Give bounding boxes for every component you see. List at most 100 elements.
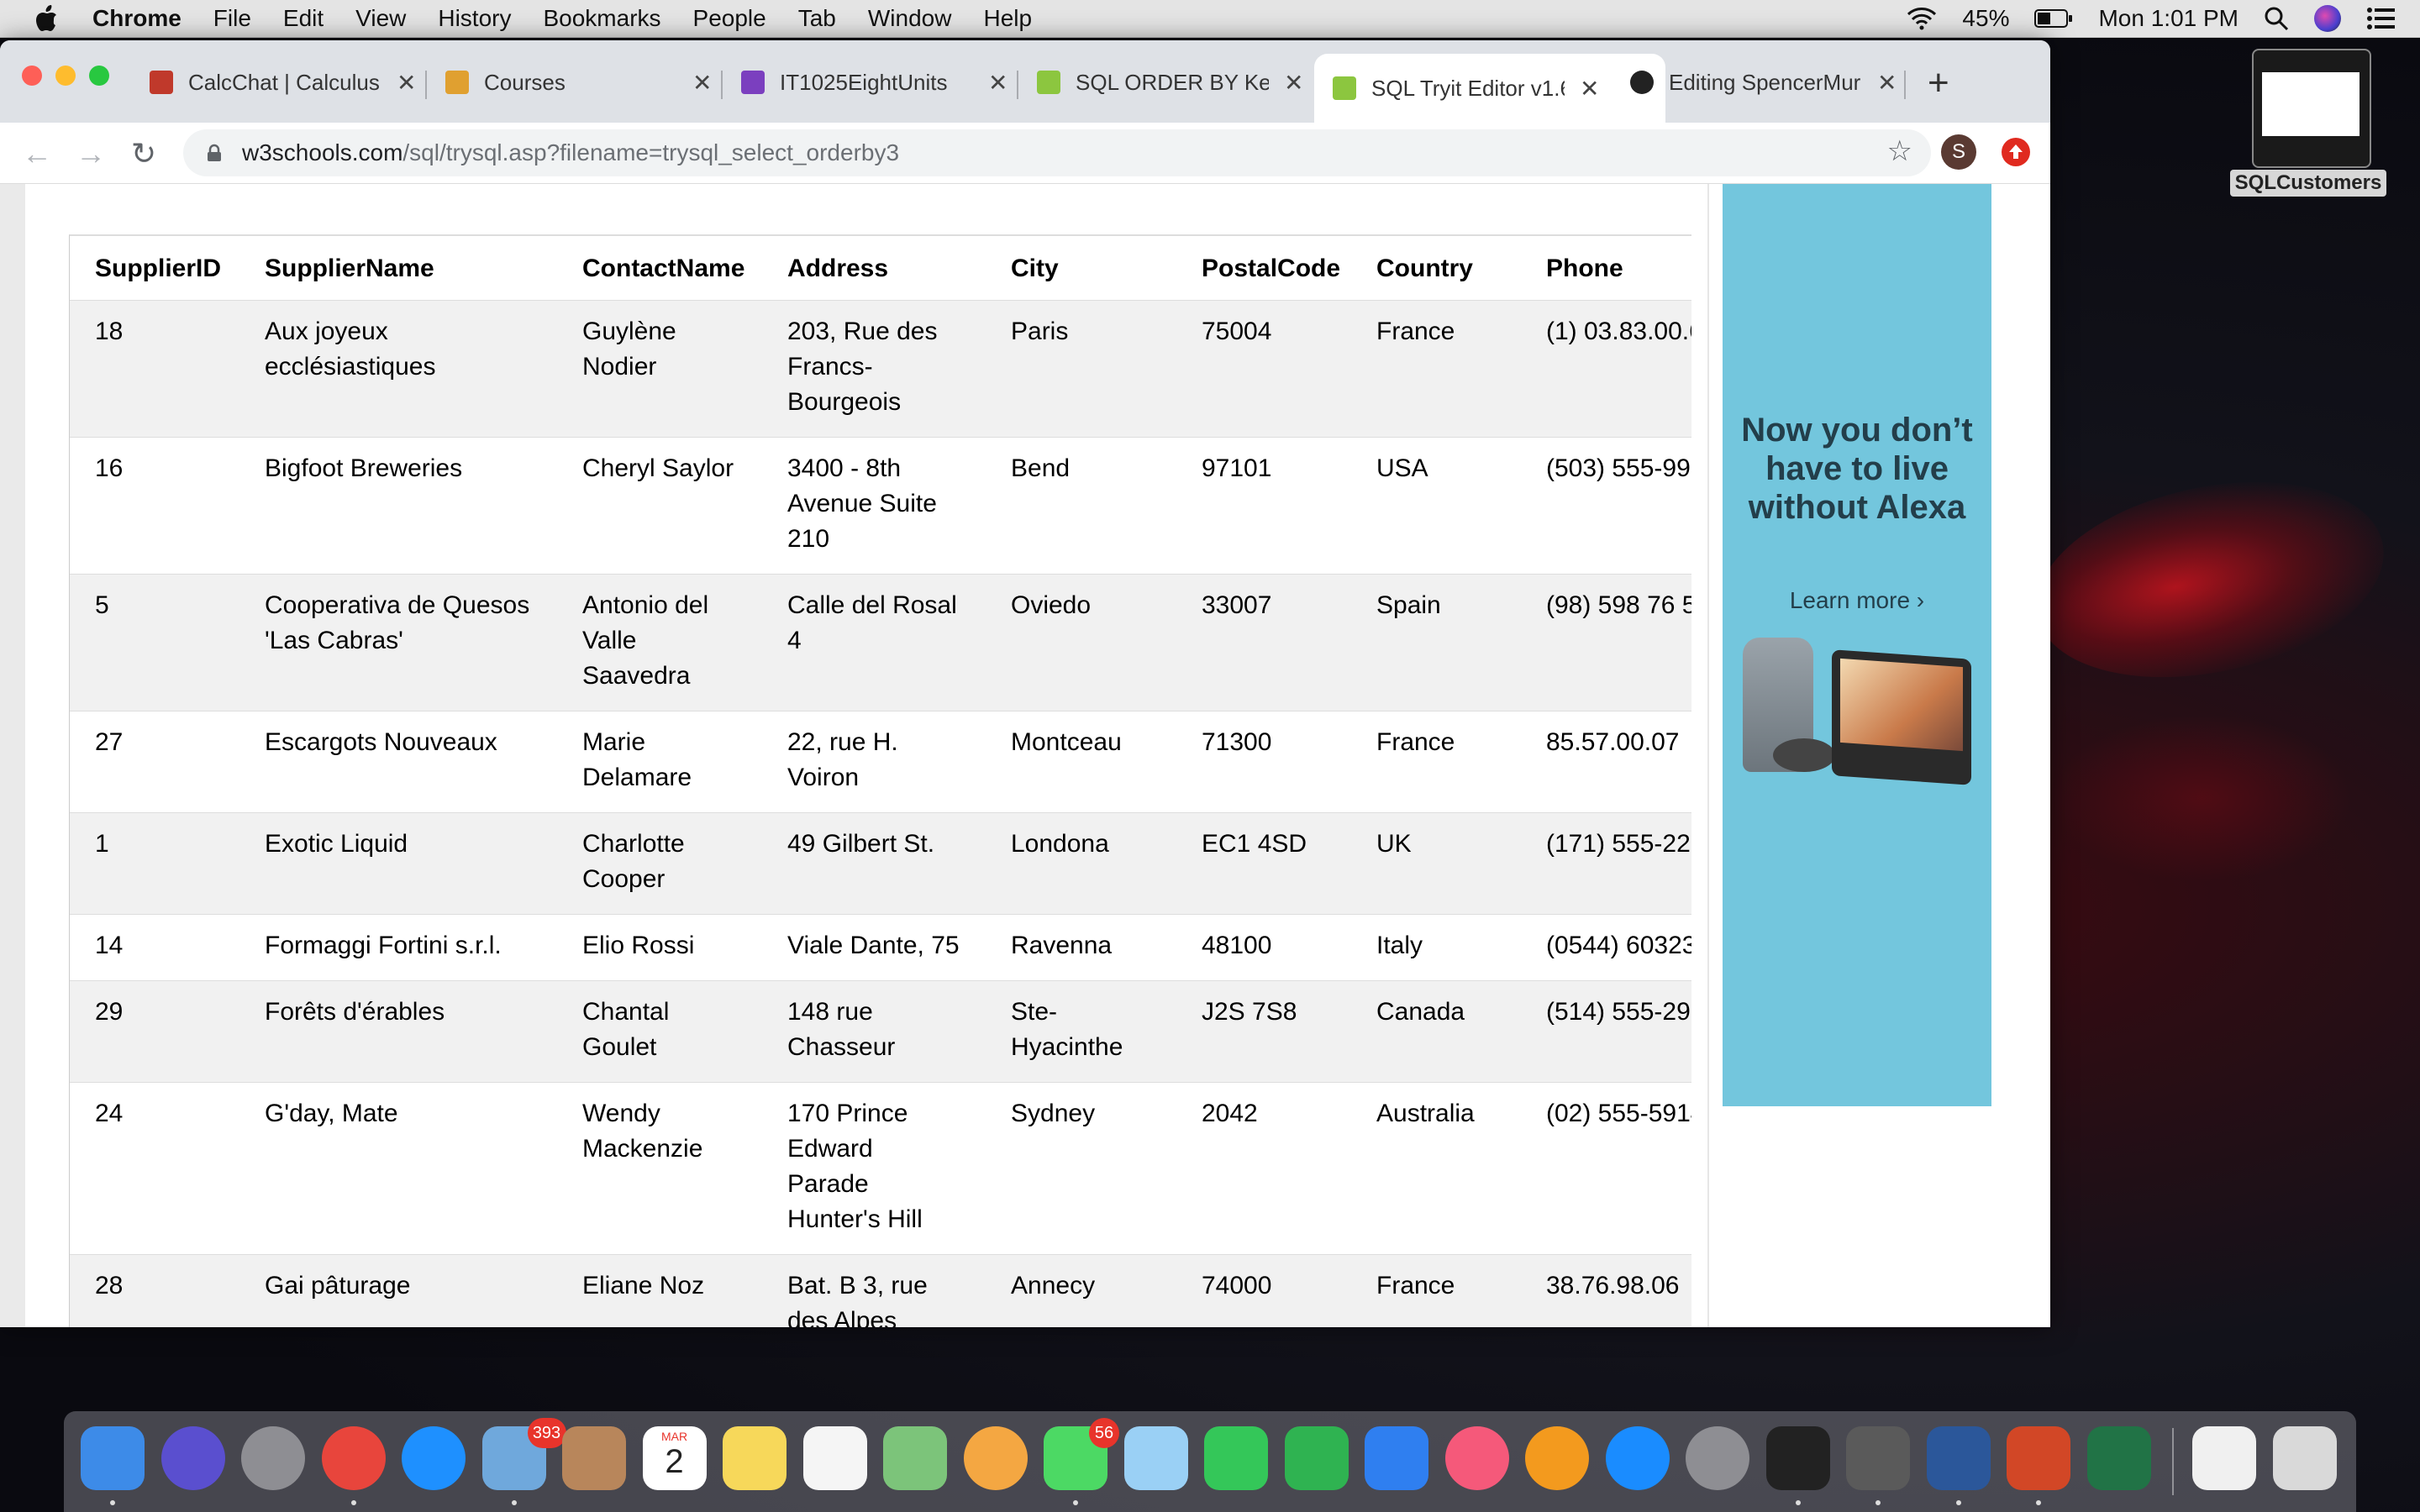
table-cell: 1 [70, 812, 239, 915]
url-host: w3schools.com [242, 139, 403, 165]
table-row: 24 G'day, Mate Wendy Mackenzie 170 Prince E… [70, 1082, 1691, 1255]
close-tab-icon[interactable]: ✕ [397, 69, 416, 97]
itunes-icon[interactable] [1444, 1426, 1509, 1490]
menubar-clock[interactable]: Mon 1:01 PM [2098, 5, 2238, 32]
bookmark-star-icon[interactable]: ☆ [1887, 134, 1912, 168]
tab-title: Editing SpencerMur [1669, 69, 1861, 95]
desktop-window-thumbnail[interactable] [2252, 49, 2371, 168]
trash-icon[interactable] [2272, 1426, 2337, 1490]
notes-icon[interactable] [723, 1426, 786, 1490]
running-indicator [1073, 1500, 1078, 1505]
address-bar[interactable]: w3schools.com/sql/trysql.asp?filename=tr… [183, 129, 1931, 176]
maps-icon[interactable] [883, 1426, 947, 1490]
battery-percent[interactable]: 45% [1962, 5, 2009, 32]
spotlight-search-icon[interactable] [2264, 6, 2289, 31]
battery-icon[interactable] [2034, 8, 2073, 29]
menu-help[interactable]: Help [983, 5, 1032, 32]
table-header-row: SupplierID SupplierName ContactName Address… [70, 236, 1691, 301]
menu-people[interactable]: People [693, 5, 766, 32]
ad-learn-more-link[interactable]: Learn more › [1723, 587, 1991, 614]
facetime-icon[interactable] [1204, 1426, 1268, 1490]
close-tab-icon[interactable]: ✕ [1580, 75, 1599, 102]
finder-icon[interactable] [81, 1426, 145, 1490]
books-icon[interactable] [1525, 1426, 1589, 1490]
photos-icon[interactable] [963, 1426, 1028, 1490]
close-window-button[interactable] [22, 66, 42, 86]
menu-history[interactable]: History [438, 5, 511, 32]
menu-bookmarks[interactable]: Bookmarks [543, 5, 660, 32]
menu-view[interactable]: View [355, 5, 406, 32]
minimize-window-button[interactable] [55, 66, 76, 86]
ad-headline: Now you don’t have to live without Alexa [1741, 412, 1973, 526]
menu-tab[interactable]: Tab [798, 5, 836, 32]
new-tab-button[interactable]: + [1928, 62, 1949, 104]
pen-tool-icon[interactable] [1846, 1426, 1910, 1490]
menu-edit[interactable]: Edit [283, 5, 324, 32]
tab-separator [1904, 71, 1906, 99]
reload-icon[interactable]: ↻ [131, 136, 156, 171]
word-icon[interactable] [1926, 1426, 1991, 1490]
extension-upload-icon[interactable] [2002, 138, 2030, 166]
table-cell: G'day, Mate [239, 1082, 557, 1255]
close-tab-icon[interactable]: ✕ [1877, 69, 1897, 97]
tab-calcchat[interactable]: CalcChat | Calculus ✕ [150, 55, 416, 109]
menu-window[interactable]: Window [868, 5, 952, 32]
alexa-advertisement[interactable]: Now you don’t have to live without Alexa… [1723, 184, 1991, 1106]
table-cell: 71300 [1176, 711, 1351, 813]
numbers-icon[interactable] [1284, 1426, 1349, 1490]
table-cell: (0544) 60323 [1521, 914, 1691, 981]
table-cell: (171) 555-2222 [1521, 812, 1691, 915]
safari-icon[interactable] [402, 1426, 466, 1490]
table-cell: Australia [1351, 1082, 1521, 1255]
table-cell: 22, rue H. Voiron [762, 711, 986, 813]
chrome-icon[interactable] [321, 1426, 386, 1490]
profile-avatar[interactable]: S [1941, 134, 1976, 170]
keynote-icon[interactable] [1365, 1426, 1428, 1490]
dock: 393 MAR 2 56 [64, 1411, 2356, 1512]
calendar-month: MAR [660, 1430, 688, 1443]
menu-chrome[interactable]: Chrome [92, 5, 182, 32]
app-store-icon[interactable] [1605, 1426, 1670, 1490]
table-cell: 3400 - 8th Avenue Suite 210 [762, 437, 986, 575]
canvas-pencil-icon [445, 71, 469, 94]
tab-github-editing[interactable]: Editing SpencerMur ✕ [1630, 55, 1897, 109]
close-tab-icon[interactable]: ✕ [988, 69, 1007, 97]
tab-it1025[interactable]: IT1025EightUnits ✕ [741, 55, 1007, 109]
wifi-icon[interactable] [1907, 7, 1937, 30]
thumbnail-label[interactable]: SQLCustomers [2230, 170, 2386, 197]
tab-courses[interactable]: Courses ✕ [445, 55, 712, 109]
close-tab-icon[interactable]: ✕ [692, 69, 712, 97]
menu-file[interactable]: File [213, 5, 251, 32]
document-icon[interactable] [2192, 1426, 2256, 1490]
table-cell: 74000 [1176, 1254, 1351, 1327]
calendar-day: 2 [665, 1443, 684, 1480]
siri-icon[interactable] [160, 1426, 225, 1490]
page-content: SupplierID SupplierName ContactName Address… [0, 184, 2050, 1327]
forward-arrow-icon[interactable]: → [76, 136, 106, 171]
siri-icon[interactable] [2314, 5, 2341, 32]
zoom-window-button[interactable] [89, 66, 109, 86]
back-arrow-icon[interactable]: ← [22, 136, 52, 171]
system-preferences-icon[interactable] [1686, 1426, 1749, 1490]
onenote-icon [741, 71, 765, 94]
apple-icon[interactable] [34, 4, 59, 33]
preview-icon[interactable] [1123, 1426, 1188, 1490]
close-tab-icon[interactable]: ✕ [1284, 69, 1303, 97]
calendar-icon[interactable]: MAR 2 [642, 1426, 707, 1490]
lock-icon[interactable] [207, 144, 222, 162]
table-cell: France [1351, 300, 1521, 438]
launchpad-icon[interactable] [241, 1426, 305, 1490]
powerpoint-icon[interactable] [2007, 1426, 2070, 1490]
reminders-icon[interactable] [802, 1426, 867, 1490]
table-cell: Oviedo [986, 574, 1176, 711]
terminal-icon[interactable] [1765, 1426, 1830, 1490]
menu-bar: Chrome File Edit View History Bookmarks … [0, 0, 2420, 38]
excel-icon[interactable] [2086, 1426, 2151, 1490]
notification-center-icon[interactable] [2366, 7, 2395, 30]
tab-sql-order-by[interactable]: SQL ORDER BY Key ✕ [1037, 55, 1303, 109]
tab-separator [425, 71, 427, 99]
table-cell: 16 [70, 437, 239, 575]
contacts-icon[interactable] [562, 1426, 626, 1490]
tab-sql-tryit-editor[interactable]: SQL Tryit Editor v1.6 ✕ [1314, 54, 1665, 123]
results-table-container[interactable]: SupplierID SupplierName ContactName Address… [69, 234, 1691, 1327]
